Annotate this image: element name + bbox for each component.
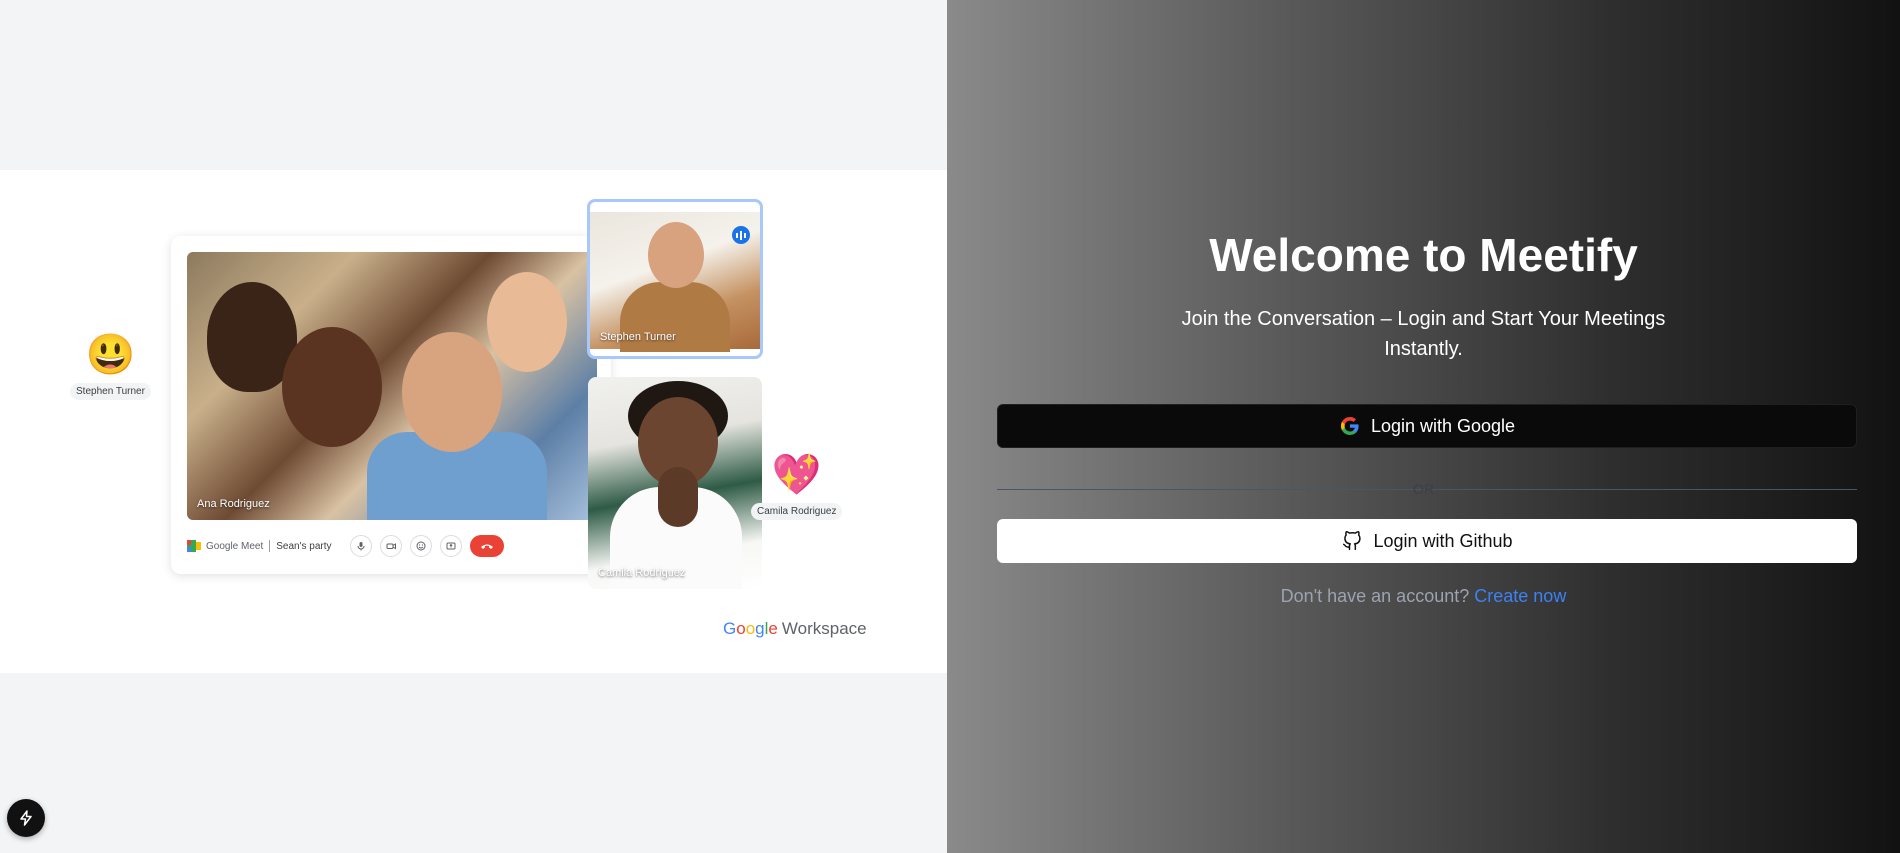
main-video-feed: Ana Rodriguez bbox=[187, 252, 597, 520]
speaking-indicator-icon bbox=[732, 226, 750, 244]
controls-separator bbox=[269, 540, 271, 552]
meet-call-card: Ana Rodriguez Google Meet Sean's party bbox=[171, 236, 611, 574]
login-google-label: Login with Google bbox=[1370, 415, 1516, 436]
signup-prompt-text: Don't have an account? bbox=[1280, 586, 1470, 606]
create-account-link[interactable]: Create now bbox=[1474, 586, 1566, 606]
divider-or-text: OR bbox=[1413, 481, 1434, 497]
github-icon bbox=[1341, 530, 1363, 552]
tile-connector bbox=[667, 359, 669, 377]
camera-icon bbox=[379, 535, 402, 557]
lightning-bolt-icon[interactable] bbox=[7, 799, 45, 837]
emoji-icon bbox=[409, 535, 432, 557]
workspace-wordmark: Workspace bbox=[781, 619, 867, 638]
participant-name-label: Camila Rodriguez bbox=[598, 567, 686, 579]
login-github-label: Login with Github bbox=[1373, 530, 1513, 551]
signup-prompt: Don't have an account? Create now bbox=[947, 586, 1900, 607]
sparkling-heart-emoji-icon: 💖 bbox=[771, 453, 822, 497]
video-tile-stephen: Stephen Turner bbox=[587, 199, 763, 359]
meet-brand-label: Google Meet bbox=[206, 540, 264, 552]
login-panel: Welcome to Meetify Join the Conversation… bbox=[947, 0, 1900, 853]
google-workspace-logo: Google Workspace bbox=[723, 619, 867, 639]
login-google-button[interactable]: Login with Google bbox=[997, 404, 1857, 448]
meeting-title: Sean's party bbox=[276, 540, 332, 552]
present-icon bbox=[439, 535, 462, 557]
page-subtitle: Join the Conversation – Login and Start … bbox=[1181, 308, 1666, 360]
participant-name-label: Stephen Turner bbox=[600, 331, 676, 343]
hero-panel: 😃 Stephen Turner Ana Rodriguez Google Me… bbox=[0, 0, 947, 853]
page-title: Welcome to Meetify bbox=[1209, 229, 1638, 281]
google-g-icon bbox=[1339, 415, 1361, 437]
google-wordmark: Google bbox=[723, 619, 778, 638]
login-github-button[interactable]: Login with Github bbox=[997, 519, 1857, 563]
video-tile-camila: Camila Rodriguez bbox=[588, 377, 762, 589]
hero-illustration: 😃 Stephen Turner Ana Rodriguez Google Me… bbox=[0, 170, 947, 673]
reaction-stephen: 😃 Stephen Turner bbox=[70, 333, 151, 400]
smiley-emoji-icon: 😃 bbox=[85, 333, 136, 377]
microphone-icon bbox=[349, 535, 372, 557]
end-call-icon bbox=[469, 535, 504, 557]
participant-name-label: Ana Rodriguez bbox=[197, 498, 270, 510]
reaction-name-label: Stephen Turner bbox=[70, 383, 151, 400]
reaction-camila: 💖 Camila Rodriguez bbox=[751, 453, 843, 520]
google-meet-logo-icon bbox=[187, 540, 201, 552]
reaction-name-label: Camila Rodriguez bbox=[751, 503, 843, 520]
meet-controls-bar: Google Meet Sean's party bbox=[187, 532, 597, 560]
